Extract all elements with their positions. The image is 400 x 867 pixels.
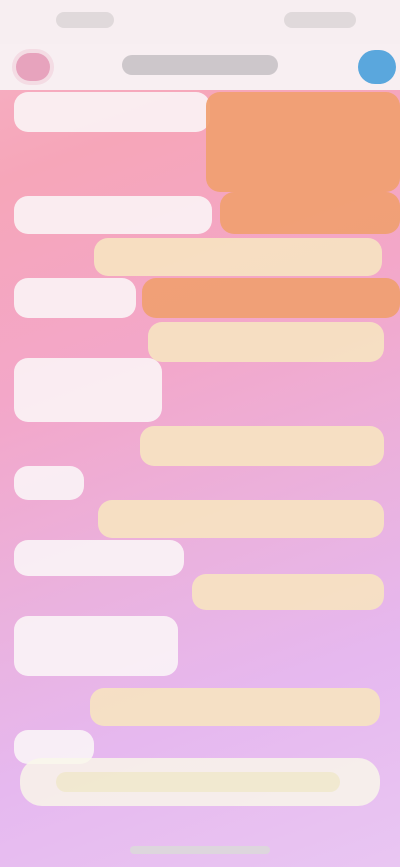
message-input[interactable]	[56, 772, 340, 792]
message-bubble[interactable]	[94, 238, 382, 276]
message-bubble[interactable]	[14, 540, 184, 576]
chat-header	[0, 44, 400, 90]
message-bubble[interactable]	[14, 466, 84, 500]
message-bubble[interactable]	[220, 192, 400, 234]
message-composer[interactable]	[20, 758, 380, 806]
message-text	[140, 426, 384, 466]
message-text	[90, 688, 380, 726]
message-text	[142, 278, 400, 318]
message-bubble[interactable]	[14, 616, 178, 676]
message-bubble[interactable]	[206, 92, 400, 192]
avatar-icon[interactable]	[358, 50, 396, 84]
status-bar	[0, 0, 400, 44]
avatar-icon[interactable]	[16, 53, 50, 81]
message-text	[94, 238, 382, 276]
message-bubble[interactable]	[14, 358, 162, 422]
message-bubble[interactable]	[142, 278, 400, 318]
message-text	[206, 92, 400, 192]
message-text	[220, 192, 400, 234]
message-bubble[interactable]	[98, 500, 384, 538]
message-bubble[interactable]	[14, 278, 136, 318]
message-bubble[interactable]	[148, 322, 384, 362]
message-bubble[interactable]	[90, 688, 380, 726]
status-time	[56, 12, 114, 28]
message-bubble[interactable]	[14, 196, 212, 234]
message-bubble[interactable]	[192, 574, 384, 610]
status-indicators	[284, 12, 356, 28]
message-text	[148, 322, 384, 362]
message-text	[14, 92, 210, 132]
message-bubble[interactable]	[140, 426, 384, 466]
message-bubble[interactable]	[14, 92, 210, 132]
message-text	[14, 616, 178, 676]
message-text	[192, 574, 384, 610]
home-indicator[interactable]	[130, 846, 270, 854]
message-text	[14, 278, 136, 318]
message-text	[14, 196, 212, 234]
message-text	[14, 540, 184, 576]
message-text	[14, 466, 84, 500]
chat-title	[122, 55, 278, 75]
message-text	[14, 358, 162, 422]
message-text	[98, 500, 384, 538]
